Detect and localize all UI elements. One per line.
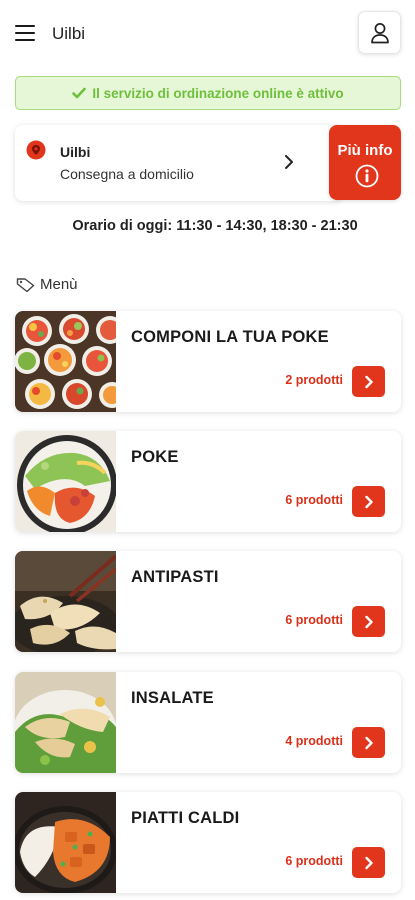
category-open-button[interactable] xyxy=(352,727,385,758)
app-title: Uilbi xyxy=(52,24,86,43)
store-name: Uilbi xyxy=(60,144,91,160)
category-title: COMPONI LA TUA POKE xyxy=(131,328,329,346)
chevron-right-icon xyxy=(364,736,373,749)
category-open-button[interactable] xyxy=(352,366,385,397)
store-info-card[interactable]: Uilbi Consegna a domicilio xyxy=(15,125,342,201)
app-header: Uilbi xyxy=(0,0,415,66)
category-card-insalate[interactable]: INSALATE 4 prodotti xyxy=(15,672,401,773)
category-title: INSALATE xyxy=(131,689,214,707)
check-icon xyxy=(72,87,87,99)
chevron-right-icon xyxy=(364,856,373,869)
category-product-count: 6 prodotti xyxy=(285,854,343,868)
location-pin-icon xyxy=(26,140,46,160)
category-card-poke[interactable]: POKE 6 prodotti xyxy=(15,431,401,532)
category-card-componi-la-tua-poke[interactable]: COMPONI LA TUA POKE 2 prodotti xyxy=(15,311,401,412)
info-icon xyxy=(355,164,379,188)
chevron-right-icon xyxy=(364,495,373,508)
category-product-count: 4 prodotti xyxy=(285,734,343,748)
hamburger-menu-icon[interactable] xyxy=(15,23,37,43)
category-card-piatti-caldi[interactable]: PIATTI CALDI 6 prodotti xyxy=(15,792,401,893)
online-ordering-status-banner: Il servizio di ordinazione online è atti… xyxy=(15,76,401,110)
poke-bowl-photo xyxy=(15,431,116,532)
delivery-mode: Consegna a domicilio xyxy=(60,166,194,182)
more-info-button[interactable]: Più info xyxy=(329,125,401,200)
chevron-right-icon xyxy=(364,615,373,628)
tag-icon xyxy=(16,277,35,292)
category-title: PIATTI CALDI xyxy=(131,809,240,827)
menu-label-text: Menù xyxy=(40,276,78,293)
category-open-button[interactable] xyxy=(352,847,385,878)
curry-rice-photo xyxy=(15,792,116,893)
more-info-label: Più info xyxy=(337,142,393,159)
category-title: POKE xyxy=(131,448,179,466)
chevron-right-icon xyxy=(364,375,373,388)
category-product-count: 6 prodotti xyxy=(285,493,343,507)
category-open-button[interactable] xyxy=(352,606,385,637)
opening-hours: Orario di oggi: 11:30 - 14:30, 18:30 - 2… xyxy=(72,218,358,234)
user-account-button[interactable] xyxy=(358,11,401,54)
salad-photo xyxy=(15,672,116,773)
banner-text: Il servizio di ordinazione online è atti… xyxy=(92,85,344,101)
dumplings-photo xyxy=(15,551,116,652)
chevron-right-icon xyxy=(285,155,293,169)
category-card-antipasti[interactable]: ANTIPASTI 6 prodotti xyxy=(15,551,401,652)
category-product-count: 6 prodotti xyxy=(285,613,343,627)
category-open-button[interactable] xyxy=(352,486,385,517)
category-product-count: 2 prodotti xyxy=(285,373,343,387)
user-icon xyxy=(370,22,389,43)
poke-bowls-photo xyxy=(15,311,116,412)
category-title: ANTIPASTI xyxy=(131,568,219,586)
menu-section-label: Menù xyxy=(16,276,78,293)
